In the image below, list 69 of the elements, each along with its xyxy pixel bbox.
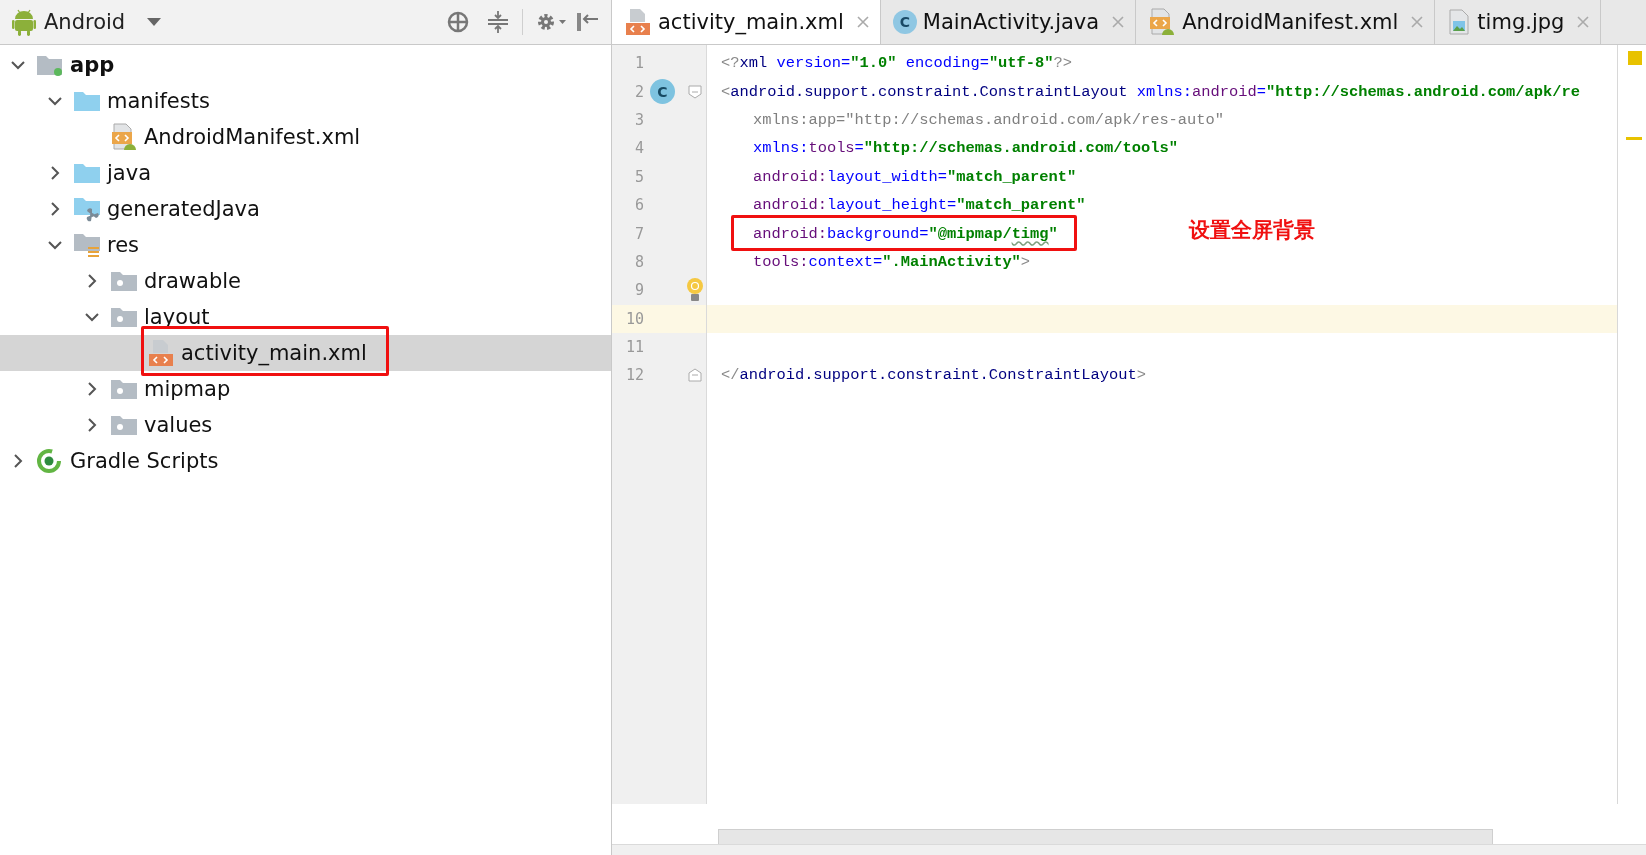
lightbulb-icon[interactable] — [686, 277, 704, 304]
horizontal-scrollbar[interactable] — [718, 829, 1493, 844]
class-badge: C — [892, 10, 917, 34]
line-number: 10 — [624, 309, 644, 328]
line-number: 1 — [633, 54, 644, 73]
line-number: 3 — [633, 110, 644, 129]
tree-item[interactable]: Gradle Scripts — [0, 443, 611, 479]
gradle-icon — [36, 448, 64, 474]
image-file-icon — [1447, 9, 1472, 35]
annotation-note: 设置全屏背景 — [1189, 217, 1315, 245]
tree-item[interactable]: app — [0, 47, 611, 83]
line-number: 2 — [633, 82, 644, 101]
folder-icon — [110, 306, 138, 328]
folder-icon — [73, 162, 101, 184]
tab-label: timg.jpg — [1477, 10, 1565, 34]
folder-icon — [110, 270, 138, 292]
tree-item[interactable]: AndroidManifest.xml — [0, 119, 611, 155]
resource-folder-icon — [73, 232, 101, 258]
tree-item[interactable]: values — [0, 407, 611, 443]
code-line: xmlns:app="http://schemas.android.com/apk/res-auto" — [753, 110, 1225, 129]
tab-label: AndroidManifest.xml — [1182, 10, 1399, 34]
line-number: 9 — [633, 281, 644, 300]
warning-marker-icon — [1628, 51, 1642, 65]
folder-icon — [73, 90, 101, 112]
fold-marker-icon[interactable] — [688, 368, 702, 383]
tree-item[interactable]: mipmap — [0, 371, 611, 407]
tree-item[interactable]: layout — [0, 299, 611, 335]
folder-fan-icon — [73, 196, 101, 222]
tree-item[interactable]: manifests — [0, 83, 611, 119]
code-line: android:background="@mipmap/timg" — [753, 224, 1058, 243]
tab-label: activity_main.xml — [658, 10, 844, 34]
fold-marker-icon[interactable] — [688, 84, 702, 99]
line-number: 4 — [633, 139, 644, 158]
line-number: 12 — [624, 366, 644, 385]
hide-panel-icon[interactable] — [575, 10, 599, 34]
dropdown-caret-icon[interactable] — [147, 17, 162, 27]
code-line: android:layout_width="match_parent" — [753, 167, 1077, 186]
manifest-file-icon — [110, 123, 138, 151]
close-icon[interactable] — [855, 15, 870, 29]
android-icon — [12, 8, 36, 36]
view-title: Android — [44, 10, 126, 34]
line-number: 11 — [624, 338, 644, 357]
tree-item[interactable]: generatedJava — [0, 191, 611, 227]
code-line: tools:context=".MainActivity"> — [753, 252, 1031, 271]
crosshair-icon[interactable] — [446, 10, 470, 34]
code-line: xmlns:tools="http://schemas.android.com/tools" — [753, 139, 1178, 158]
tree-item[interactable]: activity_main.xml — [0, 335, 611, 371]
warning-stripe-icon — [1626, 137, 1642, 140]
tab-label: MainActivity.java — [922, 10, 1100, 34]
code-line: <?xml version="1.0" encoding="utf-8"?> — [721, 54, 1072, 73]
editor-tab[interactable]: activity_main.xml — [612, 0, 881, 44]
line-number: 8 — [633, 252, 644, 271]
class-badge[interactable]: C — [650, 79, 675, 105]
folder-icon — [110, 414, 138, 436]
line-number: 5 — [633, 167, 644, 186]
module-folder-icon — [36, 53, 64, 77]
manifest-file-icon — [1148, 8, 1177, 36]
code-line: <android.support.constraint.ConstraintLayout xmlns:android="http://schemas.android.com/apk/re — [721, 82, 1580, 101]
collapse-icon[interactable] — [486, 10, 510, 34]
folder-icon — [110, 378, 138, 400]
line-number: 7 — [633, 224, 644, 243]
code-line: android:layout_height="match_parent" — [753, 196, 1086, 215]
tree-item[interactable]: java — [0, 155, 611, 191]
layout-file-icon — [147, 339, 175, 367]
code-line: </android.support.constraint.ConstraintLayout> — [721, 366, 1146, 385]
layout-file-icon — [624, 8, 652, 36]
tree-item[interactable]: res — [0, 227, 611, 263]
tree-item[interactable]: drawable — [0, 263, 611, 299]
line-number: 6 — [633, 196, 644, 215]
